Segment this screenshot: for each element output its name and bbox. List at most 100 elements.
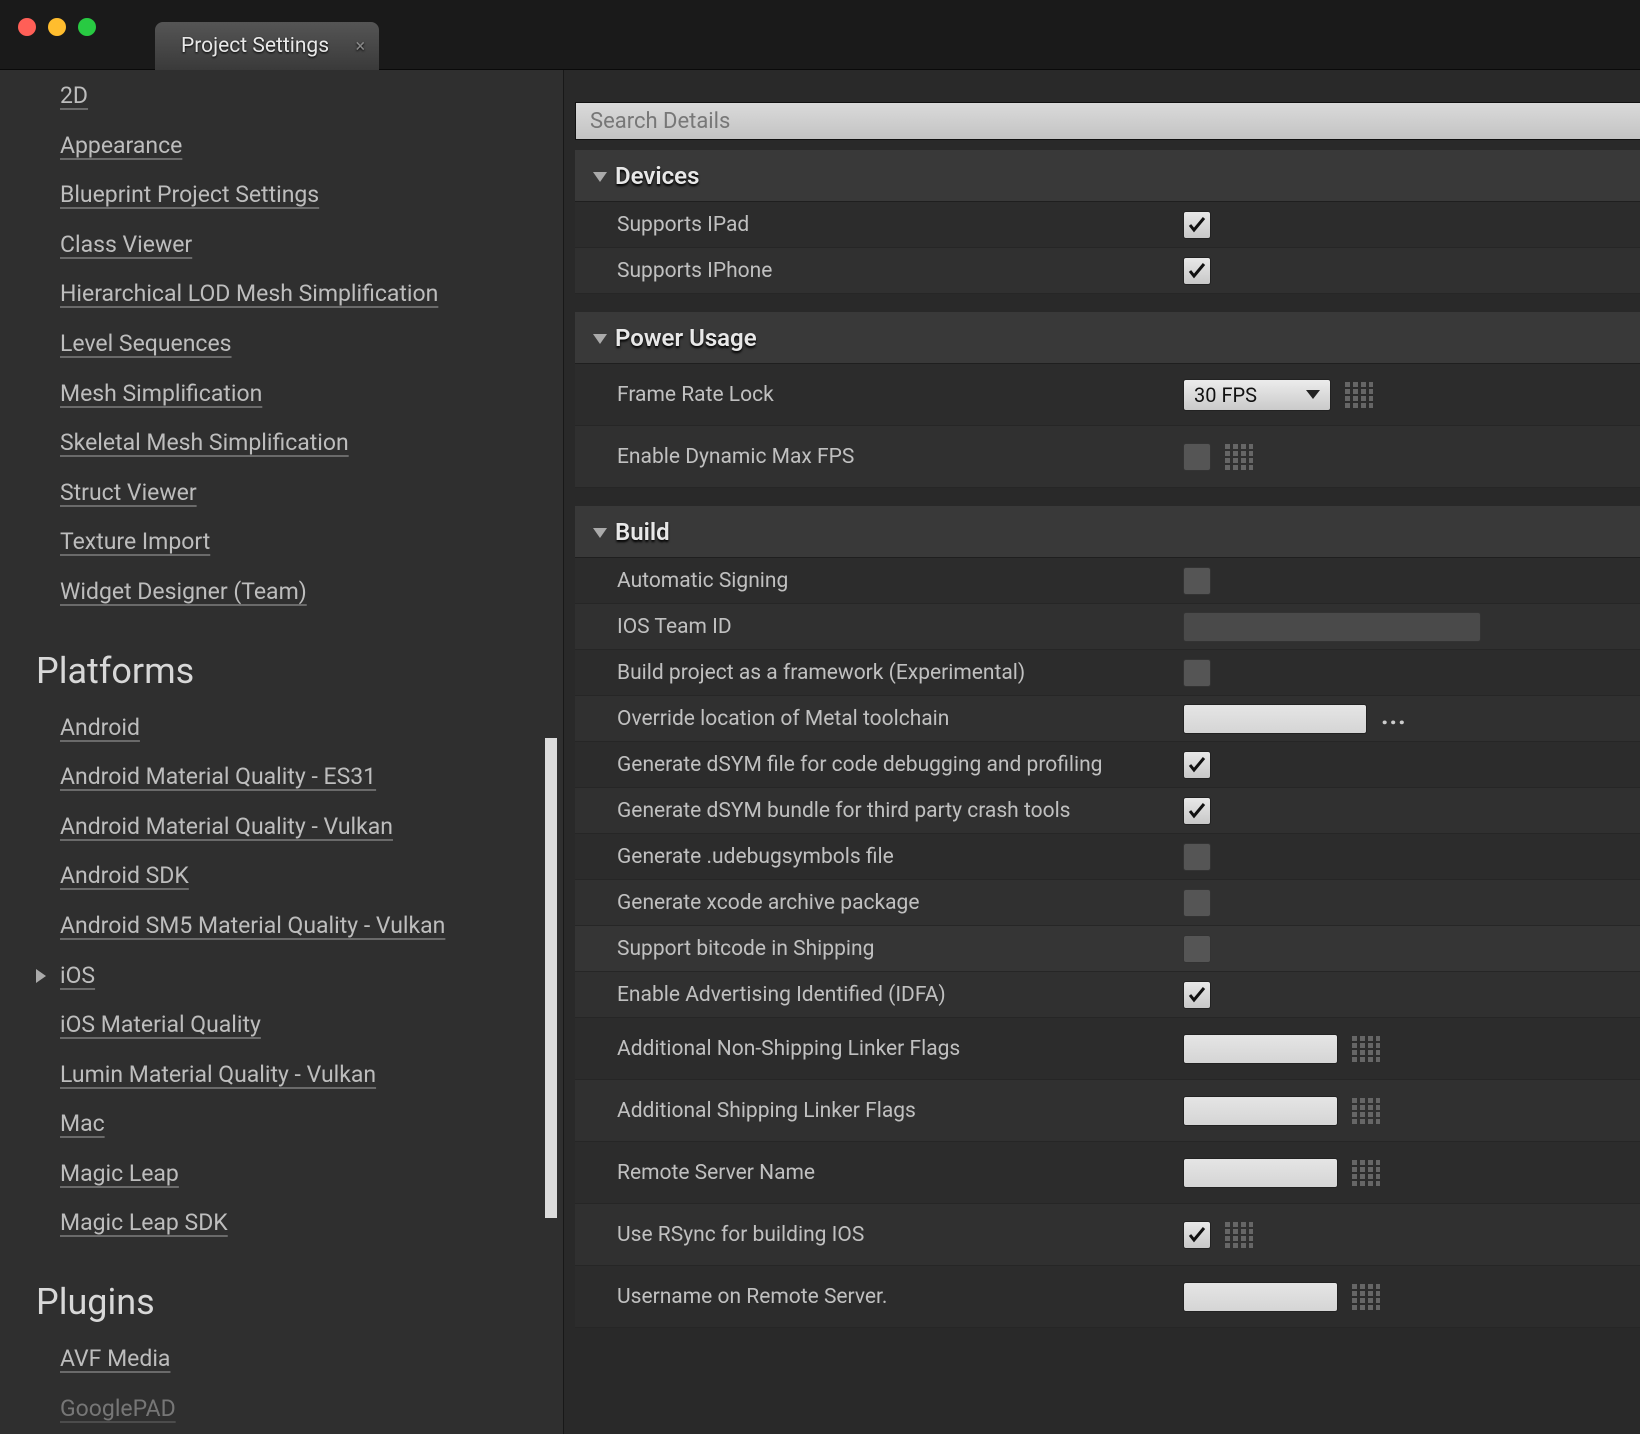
checkbox-dynamic-max-fps[interactable] xyxy=(1183,443,1211,471)
checkbox-xcode-archive[interactable] xyxy=(1183,889,1211,917)
checkbox-automatic-signing[interactable] xyxy=(1183,567,1211,595)
reset-to-default-icon[interactable] xyxy=(1345,382,1373,408)
tab-project-settings[interactable]: Project Settings × xyxy=(155,22,379,70)
checkbox-idfa[interactable] xyxy=(1183,981,1211,1009)
checkbox-bitcode[interactable] xyxy=(1183,935,1211,963)
property-label: Generate dSYM file for code debugging an… xyxy=(575,753,1171,777)
collapse-icon xyxy=(593,528,607,538)
row-remote-user: Username on Remote Server. xyxy=(575,1266,1640,1328)
section-devices[interactable]: Devices xyxy=(575,150,1640,202)
collapse-icon xyxy=(593,172,607,182)
section-power-usage[interactable]: Power Usage xyxy=(575,312,1640,364)
section-title: Build xyxy=(615,518,670,546)
row-bitcode: Support bitcode in Shipping xyxy=(575,926,1640,972)
property-label: Override location of Metal toolchain xyxy=(575,707,1171,731)
sidebar-item-level-sequences[interactable]: Level Sequences xyxy=(60,330,563,358)
sidebar-item-class-viewer[interactable]: Class Viewer xyxy=(60,231,563,259)
checkbox-udebugsymbols[interactable] xyxy=(1183,843,1211,871)
sidebar-item-googlepad[interactable]: GooglePAD xyxy=(60,1395,563,1423)
input-remote-user[interactable] xyxy=(1183,1282,1338,1312)
sidebar-item-android[interactable]: Android xyxy=(60,714,563,742)
sidebar-item-struct-viewer[interactable]: Struct Viewer xyxy=(60,479,563,507)
tab-close-icon[interactable]: × xyxy=(355,36,365,57)
sidebar-item-mac[interactable]: Mac xyxy=(60,1110,563,1138)
sidebar-item-magic-leap[interactable]: Magic Leap xyxy=(60,1160,563,1188)
sidebar-item-texture-import[interactable]: Texture Import xyxy=(60,528,563,556)
minimize-window-icon[interactable] xyxy=(48,18,66,36)
sidebar-item-2d[interactable]: 2D xyxy=(60,82,563,110)
property-label: Enable Dynamic Max FPS xyxy=(575,445,1171,469)
section-build[interactable]: Build xyxy=(575,506,1640,558)
property-label: Remote Server Name xyxy=(575,1161,1171,1185)
section-title: Devices xyxy=(615,162,699,190)
scrollbar-thumb[interactable] xyxy=(545,738,557,1218)
sidebar-item-ios-material[interactable]: iOS Material Quality xyxy=(60,1011,563,1039)
search-input[interactable]: Search Details xyxy=(575,102,1640,140)
sidebar-item-appearance[interactable]: Appearance xyxy=(60,132,563,160)
checkbox-dsym-debug[interactable] xyxy=(1183,751,1211,779)
property-label: IOS Team ID xyxy=(575,615,1171,639)
details-panel: Search Details Devices Supports IPad Sup… xyxy=(564,70,1640,1434)
dropdown-value: 30 FPS xyxy=(1194,383,1257,407)
details-padding xyxy=(564,70,1640,102)
row-udebugsymbols: Generate .udebugsymbols file xyxy=(575,834,1640,880)
close-window-icon[interactable] xyxy=(18,18,36,36)
dropdown-frame-rate-lock[interactable]: 30 FPS xyxy=(1183,379,1331,411)
sidebar-item-android-sm5[interactable]: Android SM5 Material Quality - Vulkan xyxy=(60,912,563,940)
checkbox-supports-ipad[interactable] xyxy=(1183,211,1211,239)
row-frame-rate-lock: Frame Rate Lock 30 FPS xyxy=(575,364,1640,426)
checkbox-dsym-bundle[interactable] xyxy=(1183,797,1211,825)
sidebar-item-magic-leap-sdk[interactable]: Magic Leap SDK xyxy=(60,1209,563,1237)
checkbox-supports-iphone[interactable] xyxy=(1183,257,1211,285)
property-label: Supports IPhone xyxy=(575,259,1171,283)
property-label: Additional Non-Shipping Linker Flags xyxy=(575,1037,1171,1061)
reset-to-default-icon[interactable] xyxy=(1352,1284,1380,1310)
reset-to-default-icon[interactable] xyxy=(1352,1160,1380,1186)
property-label: Enable Advertising Identified (IDFA) xyxy=(575,983,1171,1007)
section-title: Power Usage xyxy=(615,324,757,352)
sidebar-item-android-vulkan[interactable]: Android Material Quality - Vulkan xyxy=(60,813,563,841)
sidebar-item-blueprint[interactable]: Blueprint Project Settings xyxy=(60,181,563,209)
row-nonship-linker: Additional Non-Shipping Linker Flags xyxy=(575,1018,1640,1080)
search-placeholder: Search Details xyxy=(590,109,730,134)
details-body: Devices Supports IPad Supports IPhone Po… xyxy=(564,140,1640,1434)
row-supports-iphone: Supports IPhone xyxy=(575,248,1640,294)
input-ios-team-id[interactable] xyxy=(1183,612,1481,642)
sidebar-item-label: iOS xyxy=(60,962,95,989)
reset-to-default-icon[interactable] xyxy=(1352,1098,1380,1124)
checkbox-build-framework[interactable] xyxy=(1183,659,1211,687)
input-ship-linker[interactable] xyxy=(1183,1096,1338,1126)
row-ios-team-id: IOS Team ID xyxy=(575,604,1640,650)
maximize-window-icon[interactable] xyxy=(78,18,96,36)
reset-to-default-icon[interactable] xyxy=(1225,1222,1253,1248)
main: 2D Appearance Blueprint Project Settings… xyxy=(0,70,1640,1434)
sidebar-item-mesh-simplification[interactable]: Mesh Simplification xyxy=(60,380,563,408)
reset-to-default-icon[interactable] xyxy=(1225,444,1253,470)
input-metal-toolchain[interactable] xyxy=(1183,704,1367,734)
sidebar-item-ios[interactable]: iOS xyxy=(60,962,563,990)
property-label: Generate xcode archive package xyxy=(575,891,1171,915)
property-label: Support bitcode in Shipping xyxy=(575,937,1171,961)
sidebar: 2D Appearance Blueprint Project Settings… xyxy=(0,70,564,1434)
property-label: Automatic Signing xyxy=(575,569,1171,593)
sidebar-item-android-sdk[interactable]: Android SDK xyxy=(60,862,563,890)
sidebar-item-hlod[interactable]: Hierarchical LOD Mesh Simplification xyxy=(60,280,563,308)
input-nonship-linker[interactable] xyxy=(1183,1034,1338,1064)
input-remote-server[interactable] xyxy=(1183,1158,1338,1188)
browse-button[interactable]: ... xyxy=(1381,703,1407,735)
sidebar-item-avf-media[interactable]: AVF Media xyxy=(60,1345,563,1373)
checkbox-use-rsync[interactable] xyxy=(1183,1221,1211,1249)
caret-right-icon xyxy=(36,969,46,983)
sidebar-item-lumin[interactable]: Lumin Material Quality - Vulkan xyxy=(60,1061,563,1089)
reset-to-default-icon[interactable] xyxy=(1352,1036,1380,1062)
sidebar-item-skeletal-mesh[interactable]: Skeletal Mesh Simplification xyxy=(60,429,563,457)
sidebar-section-platforms: Platforms xyxy=(36,650,563,692)
row-metal-toolchain: Override location of Metal toolchain ... xyxy=(575,696,1640,742)
window-controls xyxy=(18,18,96,36)
property-label: Supports IPad xyxy=(575,213,1171,237)
sidebar-item-android-es31[interactable]: Android Material Quality - ES31 xyxy=(60,763,563,791)
sidebar-item-widget-designer[interactable]: Widget Designer (Team) xyxy=(60,578,563,606)
property-label: Use RSync for building IOS xyxy=(575,1223,1171,1247)
row-dynamic-max-fps: Enable Dynamic Max FPS xyxy=(575,426,1640,488)
property-label: Generate .udebugsymbols file xyxy=(575,845,1171,869)
